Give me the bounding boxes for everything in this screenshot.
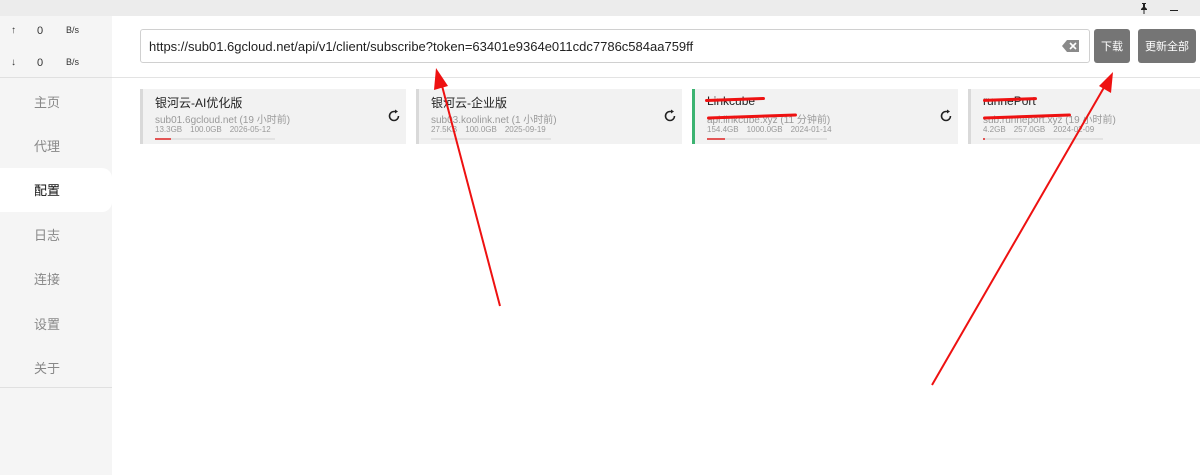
sidebar-item-about[interactable]: 关于 [0,345,112,389]
profile-url: sub01.6gcloud.net (19 小时前) [155,115,291,126]
main-content: 下载 更新全部 银河云-AI优化版 sub01.6gcloud.net (19 … [112,16,1200,475]
refresh-icon[interactable] [939,109,953,123]
sidebar-item-label: 连接 [34,272,61,288]
download-speed: ↓ 0 B/s [0,54,112,74]
profile-expire: 2024-01-14 [790,125,832,134]
usage-bar [155,138,275,140]
upload-arrow-icon: ↑ [11,25,16,36]
profile-meta: 27.5KB 100.0GB 2025-09-19 [431,125,554,134]
profile-meta: 4.2GB 257.0GB 2024-02-09 [983,125,1102,134]
subscription-toolbar: 下载 更新全部 [112,16,1200,78]
profile-card[interactable]: 银河云-AI优化版 sub01.6gcloud.net (19 小时前) 13.… [140,89,406,144]
sidebar-item-label: 配置 [34,183,61,199]
profile-expire: 2025-09-19 [504,125,546,134]
profile-used: 13.3GB [155,125,183,134]
subscription-url-input[interactable] [140,29,1090,63]
profile-list: 银河云-AI优化版 sub01.6gcloud.net (19 小时前) 13.… [140,89,1200,145]
sidebar-item-home[interactable]: 主页 [0,79,112,123]
sidebar-item-proxy[interactable]: 代理 [0,123,112,167]
profile-card[interactable]: runnePort sub.runneport.xyz (19 小时前) 4.2… [968,89,1200,144]
profile-expire: 2024-02-09 [1053,125,1095,134]
sidebar-item-label: 关于 [34,361,61,377]
pin-icon[interactable] [1130,0,1158,16]
download-unit: B/s [66,57,80,67]
sidebar-item-settings[interactable]: 设置 [0,301,112,345]
sidebar-item-label: 设置 [34,316,61,332]
usage-bar-fill [155,138,171,140]
sidebar-nav: 主页 代理 配置 日志 连接 设置 关于 [0,79,112,390]
sidebar: ↑ 0 B/s ↓ 0 B/s 主页 代理 配置 日志 连接 设置 关于 [0,16,112,475]
sidebar-item-connections[interactable]: 连接 [0,257,112,301]
title-bar [0,0,1200,16]
upload-speed: ↑ 0 B/s [0,22,112,42]
upload-value: 0 [37,25,44,37]
profile-meta: 13.3GB 100.0GB 2026-05-12 [155,125,279,134]
usage-bar-fill [707,138,726,140]
profile-total: 257.0GB [1013,125,1046,134]
profile-total: 100.0GB [190,125,222,134]
profile-expire: 2026-05-12 [229,125,271,134]
sidebar-divider [0,387,112,388]
usage-bar [707,138,827,140]
profile-total: 100.0GB [465,125,497,134]
refresh-icon[interactable] [663,109,677,123]
upload-unit: B/s [66,25,80,35]
download-button[interactable]: 下载 [1094,29,1130,63]
sidebar-item-label: 日志 [34,227,61,243]
profile-total: 1000.0GB [746,125,783,134]
profile-meta: 154.4GB 1000.0GB 2024-01-14 [707,125,840,134]
usage-bar [431,138,551,140]
usage-bar-fill [983,138,985,140]
profile-card[interactable]: 银河云-企业版 sub03.koolink.net (1 小时前) 27.5KB… [416,89,682,144]
download-value: 0 [37,57,44,69]
sidebar-item-logs[interactable]: 日志 [0,212,112,256]
download-arrow-icon: ↓ [11,57,16,68]
clear-icon[interactable] [1062,39,1080,53]
profile-name: 银河云-AI优化版 [155,96,243,110]
profile-name: 银河云-企业版 [431,96,507,110]
profile-url: sub03.koolink.net (1 小时前) [431,115,557,126]
refresh-icon[interactable] [387,109,401,123]
traffic-panel: ↑ 0 B/s ↓ 0 B/s [0,16,112,78]
update-all-button[interactable]: 更新全部 [1138,29,1196,63]
profile-used: 27.5KB [431,125,458,134]
profile-used: 4.2GB [983,125,1006,134]
sidebar-item-profiles[interactable]: 配置 [0,167,112,213]
sidebar-item-label: 主页 [34,94,61,110]
sidebar-item-label: 代理 [34,139,61,155]
profile-card[interactable]: Linkcube api.linkcube.xyz (11 分钟前) 154.4… [692,89,958,144]
minimize-icon[interactable] [1160,0,1188,16]
usage-bar [983,138,1103,140]
profile-used: 154.4GB [707,125,739,134]
